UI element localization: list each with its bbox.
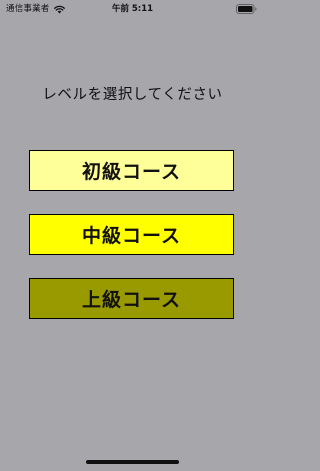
intermediate-course-button[interactable]: 中級コース: [29, 214, 234, 255]
home-indicator[interactable]: [86, 460, 179, 464]
status-bar: 通信事業者 午前 5:11: [0, 0, 265, 18]
status-time: 午前 5:11: [111, 4, 154, 14]
beginner-course-button[interactable]: 初級コース: [29, 150, 234, 191]
level-select-prompt: レベルを選択してください: [42, 87, 223, 103]
advanced-course-button[interactable]: 上級コース: [29, 278, 234, 319]
battery-icon: [236, 4, 257, 14]
